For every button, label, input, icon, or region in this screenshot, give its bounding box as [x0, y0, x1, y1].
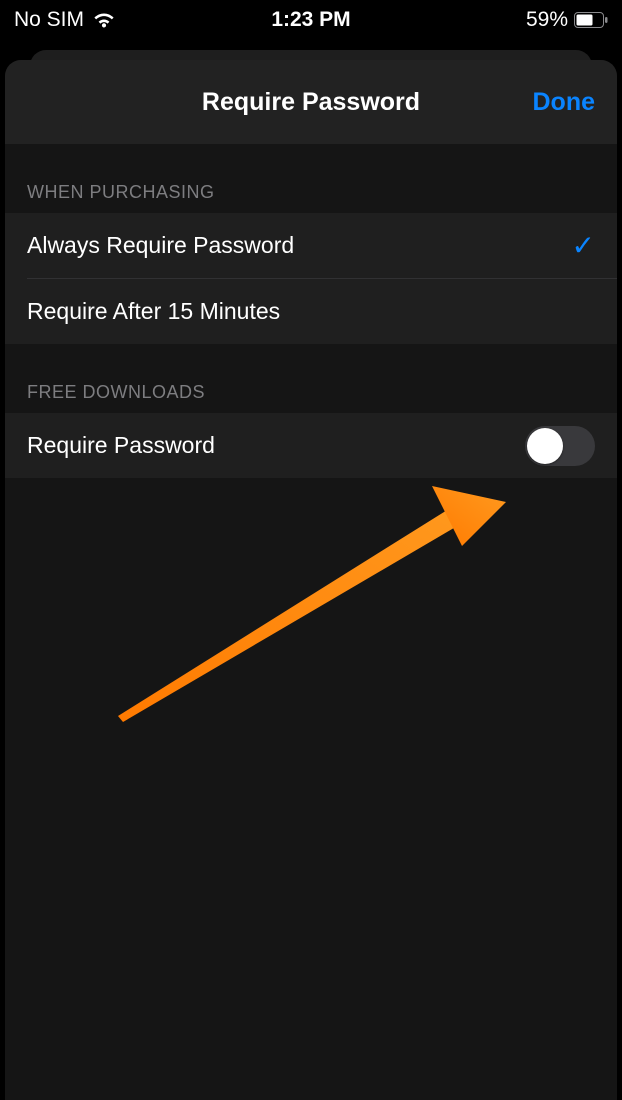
option-always-require[interactable]: Always Require Password ✓: [5, 213, 617, 278]
done-button[interactable]: Done: [533, 60, 596, 144]
battery-percent: 59%: [526, 8, 568, 32]
status-bar: No SIM 1:23 PM 59%: [0, 0, 622, 40]
battery-icon: [574, 12, 608, 28]
toggle-knob: [527, 428, 563, 464]
require-password-toggle[interactable]: [525, 426, 595, 466]
option-require-after-15[interactable]: Require After 15 Minutes: [5, 279, 617, 344]
nav-bar: Require Password Done: [5, 60, 617, 144]
carrier-text: No SIM: [14, 8, 84, 32]
option-label: Require After 15 Minutes: [27, 298, 280, 325]
checkmark-icon: ✓: [572, 229, 595, 262]
row-require-password-free: Require Password: [5, 413, 617, 478]
settings-sheet: Require Password Done WHEN PURCHASING Al…: [5, 60, 617, 1100]
page-title: Require Password: [202, 88, 420, 117]
section-header-purchasing: WHEN PURCHASING: [5, 144, 617, 213]
toggle-label: Require Password: [27, 432, 215, 459]
section-header-free-downloads: FREE DOWNLOADS: [5, 344, 617, 413]
free-downloads-group: Require Password: [5, 413, 617, 478]
wifi-icon: [92, 11, 116, 29]
purchasing-options-group: Always Require Password ✓ Require After …: [5, 213, 617, 344]
option-label: Always Require Password: [27, 232, 294, 259]
